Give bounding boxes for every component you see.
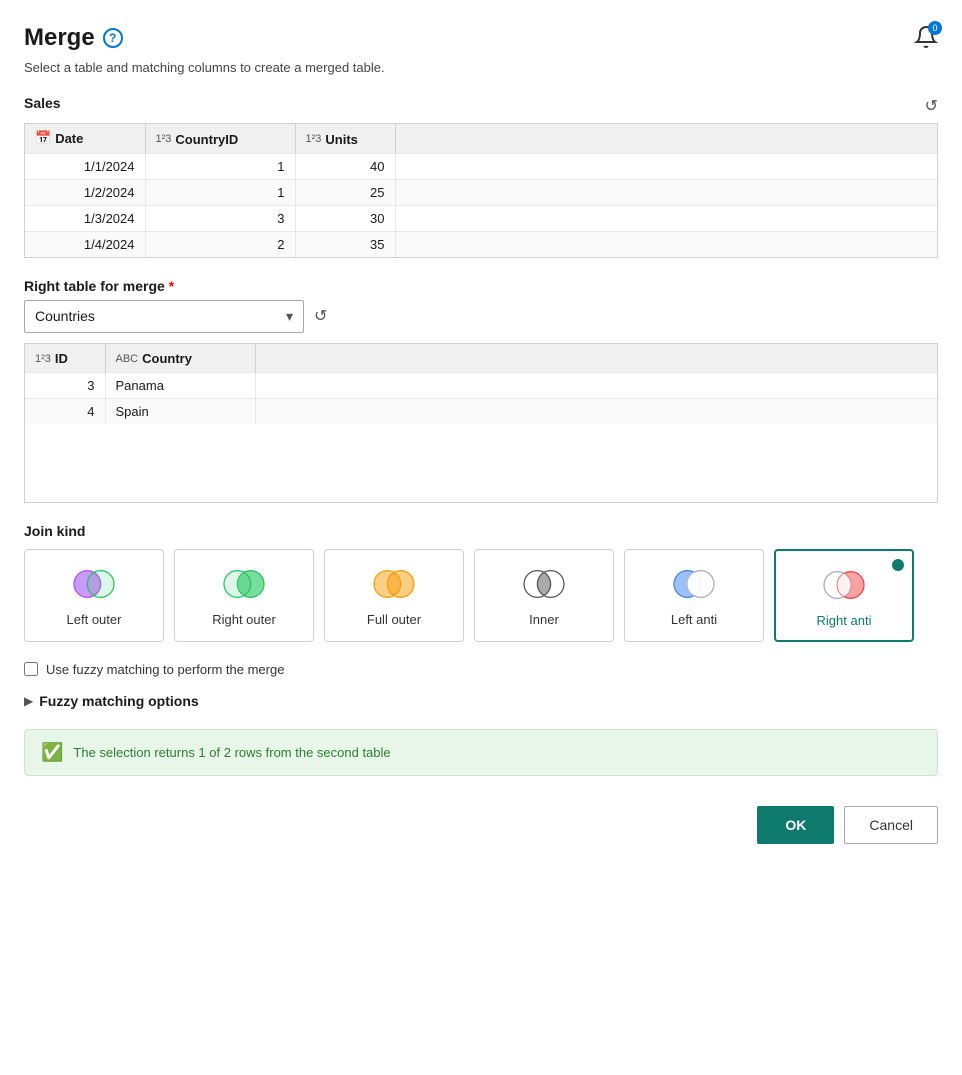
chevron-right-icon: ▶ — [24, 694, 33, 708]
countries-col-id[interactable]: 1²3 ID — [25, 344, 105, 373]
countries-cell-empty — [255, 399, 937, 425]
fuzzy-options-label: Fuzzy matching options — [39, 693, 198, 709]
page-title: Merge — [24, 24, 95, 52]
sales-cell-date: 1/3/2024 — [25, 205, 145, 231]
right-table-dropdown[interactable]: Countries ▾ — [24, 300, 304, 333]
full-outer-icon — [369, 566, 419, 602]
sales-col-empty — [395, 124, 937, 153]
subtitle: Select a table and matching columns to c… — [24, 60, 938, 75]
sales-cell-empty — [395, 179, 937, 205]
sales-cell-date: 1/1/2024 — [25, 153, 145, 179]
fuzzy-matching-row: Use fuzzy matching to perform the merge — [24, 662, 938, 677]
countries-table-row[interactable]: 3 Panama — [25, 373, 937, 399]
right-outer-label: Right outer — [212, 612, 276, 627]
sales-refresh-button[interactable]: ↺ — [925, 96, 938, 116]
sales-col-units[interactable]: 1²3 Units — [295, 124, 395, 153]
left-anti-label: Left anti — [671, 612, 717, 627]
countries-table-container: 1²3 ID ABC Country 3 Panama 4 Spain — [24, 343, 938, 503]
ok-button[interactable]: OK — [757, 806, 834, 844]
fuzzy-matching-label: Use fuzzy matching to perform the merge — [46, 662, 284, 677]
right-table-label: Right table for merge — [24, 278, 165, 294]
countryid-type-icon: 1²3 — [156, 133, 172, 145]
dropdown-arrow-icon: ▾ — [286, 308, 293, 325]
left-outer-label: Left outer — [67, 612, 122, 627]
dropdown-value: Countries — [35, 308, 95, 324]
notification-icon[interactable]: 0 — [914, 25, 938, 52]
country-type-icon: ABC — [116, 353, 139, 365]
countries-col-country[interactable]: ABC Country — [105, 344, 255, 373]
left-anti-icon — [669, 566, 719, 602]
status-message: The selection returns 1 of 2 rows from t… — [73, 745, 390, 760]
inner-label: Inner — [529, 612, 559, 627]
sales-cell-units: 30 — [295, 205, 395, 231]
countries-col-empty — [255, 344, 937, 373]
sales-cell-empty — [395, 205, 937, 231]
sales-table-row[interactable]: 1/2/2024 1 25 — [25, 179, 937, 205]
fuzzy-options-row[interactable]: ▶ Fuzzy matching options — [24, 693, 938, 709]
sales-cell-date: 1/4/2024 — [25, 231, 145, 257]
sales-cell-units: 35 — [295, 231, 395, 257]
countries-refresh-button[interactable]: ↺ — [314, 306, 327, 326]
selected-indicator — [892, 559, 904, 571]
action-row: OK Cancel — [24, 806, 938, 844]
sales-col-countryid[interactable]: 1²3 CountryID — [145, 124, 295, 153]
sales-table-row[interactable]: 1/1/2024 1 40 — [25, 153, 937, 179]
sales-cell-units: 40 — [295, 153, 395, 179]
countries-cell-id: 4 — [25, 399, 105, 425]
sales-table-container: 📅 Date 1²3 CountryID 1²3 Units — [24, 123, 938, 258]
countries-cell-id: 3 — [25, 373, 105, 399]
right-outer-icon — [219, 566, 269, 602]
sales-cell-empty — [395, 153, 937, 179]
join-card-full-outer[interactable]: Full outer — [324, 549, 464, 642]
join-options-container: Left outer Right outer Full outer Inner — [24, 549, 938, 642]
countries-table-row[interactable]: 4 Spain — [25, 399, 937, 425]
notification-badge: 0 — [928, 21, 942, 35]
right-anti-label: Right anti — [817, 613, 872, 628]
cancel-button[interactable]: Cancel — [844, 806, 938, 844]
sales-cell-countryid: 1 — [145, 153, 295, 179]
sales-table-row[interactable]: 1/4/2024 2 35 — [25, 231, 937, 257]
join-kind-label: Join kind — [24, 523, 938, 539]
sales-cell-countryid: 1 — [145, 179, 295, 205]
title-area: Merge ? — [24, 24, 123, 52]
join-card-left-outer[interactable]: Left outer — [24, 549, 164, 642]
help-icon[interactable]: ? — [103, 28, 123, 48]
join-card-inner[interactable]: Inner — [474, 549, 614, 642]
right-anti-icon — [819, 567, 869, 603]
status-bar: ✅ The selection returns 1 of 2 rows from… — [24, 729, 938, 776]
sales-label: Sales — [24, 95, 61, 111]
sales-table: 📅 Date 1²3 CountryID 1²3 Units — [25, 124, 937, 257]
fuzzy-matching-checkbox[interactable] — [24, 662, 38, 676]
required-indicator: * — [169, 278, 174, 294]
units-type-icon: 1²3 — [306, 133, 322, 145]
countries-cell-empty — [255, 373, 937, 399]
sales-col-date[interactable]: 📅 Date — [25, 124, 145, 153]
sales-section-header: Sales ↺ — [24, 95, 938, 117]
sales-cell-date: 1/2/2024 — [25, 179, 145, 205]
header: Merge ? 0 — [24, 24, 938, 52]
status-check-icon: ✅ — [41, 742, 63, 763]
id-type-icon: 1²3 — [35, 353, 51, 365]
join-card-left-anti[interactable]: Left anti — [624, 549, 764, 642]
inner-icon — [519, 566, 569, 602]
sales-cell-countryid: 2 — [145, 231, 295, 257]
countries-table: 1²3 ID ABC Country 3 Panama 4 Spain — [25, 344, 937, 425]
join-card-right-anti[interactable]: Right anti — [774, 549, 914, 642]
full-outer-label: Full outer — [367, 612, 421, 627]
sales-cell-empty — [395, 231, 937, 257]
countries-cell-country: Panama — [105, 373, 255, 399]
join-card-right-outer[interactable]: Right outer — [174, 549, 314, 642]
left-outer-icon — [69, 566, 119, 602]
date-icon: 📅 — [35, 130, 51, 146]
sales-cell-units: 25 — [295, 179, 395, 205]
sales-cell-countryid: 3 — [145, 205, 295, 231]
sales-table-row[interactable]: 1/3/2024 3 30 — [25, 205, 937, 231]
countries-cell-country: Spain — [105, 399, 255, 425]
